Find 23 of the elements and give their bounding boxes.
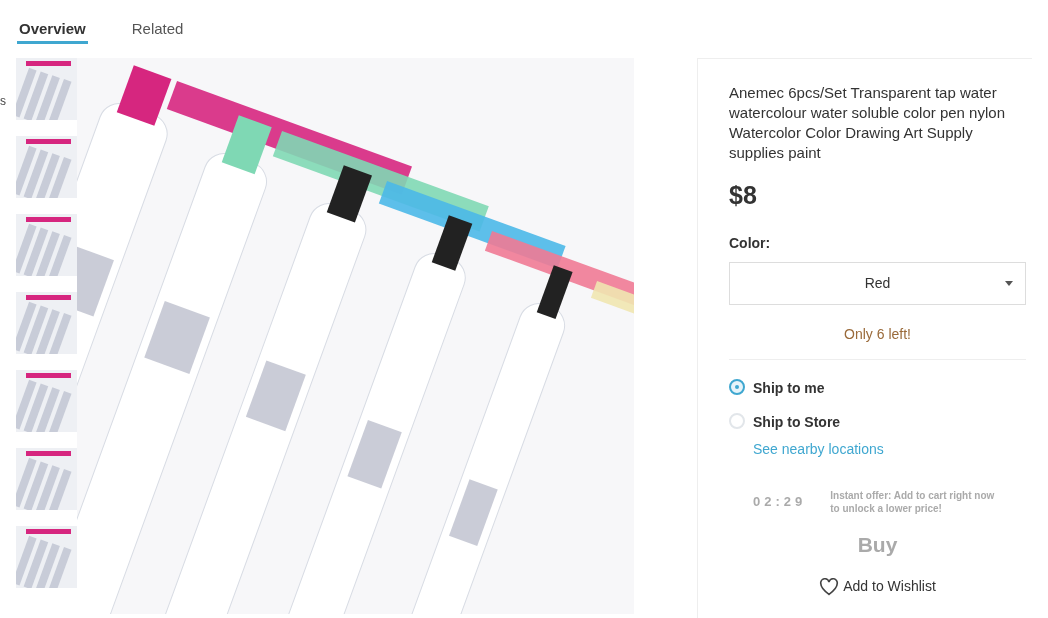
thumbnail-image[interactable] bbox=[16, 526, 78, 588]
thumbnail-image[interactable] bbox=[16, 136, 78, 198]
countdown-timer: 02:29 bbox=[753, 492, 807, 511]
cut-off-text: s bbox=[0, 93, 6, 110]
thumbnail-image[interactable] bbox=[16, 370, 78, 432]
caret-icon bbox=[1005, 280, 1013, 286]
thumbnail-image[interactable] bbox=[16, 292, 78, 354]
heart-icon bbox=[819, 577, 840, 596]
price: $8 bbox=[729, 180, 758, 211]
wishlist-button[interactable]: Add to Wishlist bbox=[819, 576, 936, 597]
shipping-option[interactable]: Ship to Store bbox=[753, 411, 884, 433]
shipping-option[interactable]: Ship to me bbox=[753, 377, 825, 399]
offer-text: Instant offer: Add to cart right now to unlock a lower price! bbox=[830, 488, 996, 515]
thumbnail-image[interactable] bbox=[16, 214, 78, 276]
thumbnail-image[interactable] bbox=[16, 448, 78, 510]
color-label: Color: bbox=[729, 233, 772, 253]
tab[interactable]: Overview bbox=[17, 18, 88, 44]
radio-button[interactable] bbox=[729, 378, 745, 395]
stock-notice: Only 6 left! bbox=[844, 324, 911, 344]
tab[interactable]: Related bbox=[129, 18, 186, 44]
color-dropdown[interactable]: Red bbox=[729, 261, 1026, 305]
product-title: Anemec 6pcs/Set Transparent tap water watercolour water soluble color pen nylon Watercolor Color Drawing Art Supply supplies paint bbox=[729, 83, 1006, 163]
thumbnail-image[interactable] bbox=[16, 58, 78, 120]
